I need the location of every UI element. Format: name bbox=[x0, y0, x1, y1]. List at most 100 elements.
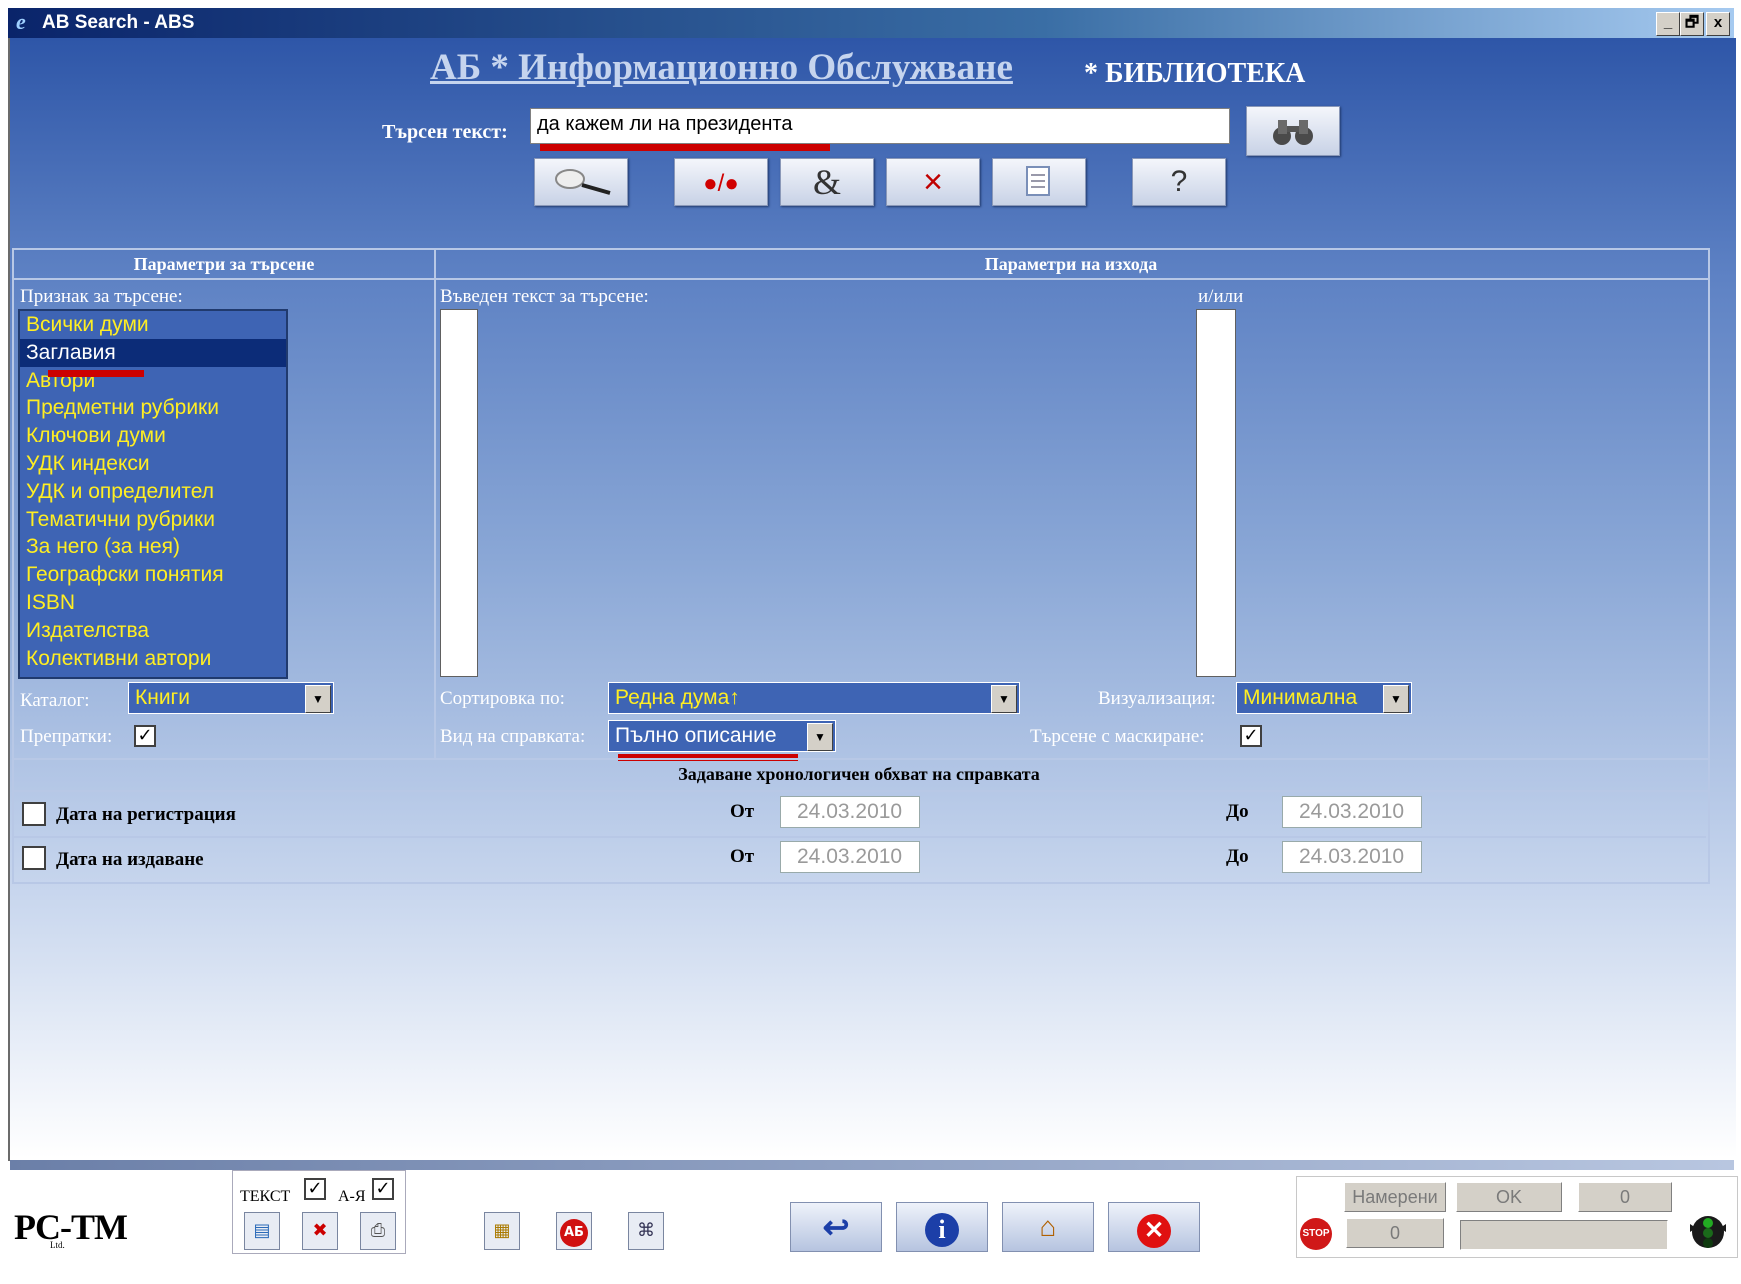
window-title: AB Search - ABS bbox=[42, 12, 195, 33]
pctm-logo-sub: Ltd. bbox=[50, 1240, 65, 1250]
network-button[interactable]: ⌘ bbox=[628, 1212, 664, 1250]
chevron-down-icon[interactable]: ▼ bbox=[1383, 685, 1409, 713]
close-window-button[interactable]: x bbox=[1706, 12, 1730, 36]
criteria-list-item[interactable]: Издателства bbox=[20, 617, 286, 645]
criteria-list[interactable]: Всички думи Заглавия Автори Предметни рубри… bbox=[18, 309, 288, 679]
progress-bar bbox=[1460, 1220, 1668, 1250]
chrono-header: Задаване хронологичен обхват на справкат… bbox=[678, 764, 1040, 784]
app-subtitle: * БИБЛИОТЕКА bbox=[1084, 58, 1306, 89]
reg-from-label: От bbox=[730, 801, 755, 822]
info-button[interactable]: i bbox=[896, 1202, 988, 1252]
criteria-list-item[interactable]: Тематични рубрики bbox=[20, 506, 286, 534]
notes-button[interactable]: ▦ bbox=[484, 1212, 520, 1250]
help-button[interactable]: ? bbox=[1132, 158, 1226, 206]
close-circle-icon: ✕ bbox=[1137, 1214, 1171, 1248]
refs-checkbox[interactable]: ✓ bbox=[134, 725, 156, 747]
question-icon: ? bbox=[1170, 165, 1188, 198]
pub-date-label: Дата на издаване bbox=[56, 849, 204, 870]
network-icon: ⌘ bbox=[637, 1220, 655, 1241]
reg-to-date[interactable]: 24.03.2010 bbox=[1282, 796, 1422, 828]
title-bar: e AB Search - ABS _ 🗗 x bbox=[8, 8, 1734, 38]
visualization-label: Визуализация: bbox=[1098, 688, 1216, 709]
criteria-list-item[interactable]: ISBN bbox=[20, 589, 286, 617]
delete-icon: ✖ bbox=[312, 1220, 328, 1241]
found-label: Намерени bbox=[1344, 1182, 1446, 1212]
search-params-header: Параметри за търсене bbox=[133, 254, 315, 274]
footer-divider bbox=[10, 1160, 1734, 1170]
back-button[interactable]: ↩ bbox=[790, 1202, 882, 1252]
az-checkbox[interactable]: ✓ bbox=[372, 1178, 394, 1200]
chevron-down-icon[interactable]: ▼ bbox=[991, 685, 1017, 713]
pub-from-date[interactable]: 24.03.2010 bbox=[780, 841, 920, 873]
entered-text-list[interactable] bbox=[440, 309, 478, 677]
text-checkbox[interactable]: ✓ bbox=[304, 1178, 326, 1200]
chevron-down-icon[interactable]: ▼ bbox=[305, 685, 331, 713]
and-or-label: и/или bbox=[1198, 286, 1244, 307]
print-button[interactable]: ⎙ bbox=[360, 1212, 396, 1250]
reg-to-label: До bbox=[1226, 801, 1249, 822]
chevron-down-icon[interactable]: ▼ bbox=[807, 723, 833, 751]
criteria-list-item[interactable]: Предметни рубрики bbox=[20, 394, 286, 422]
and-or-list[interactable] bbox=[1196, 309, 1236, 677]
and-or-icon: ●/● bbox=[703, 170, 739, 197]
highlight-underline bbox=[48, 370, 144, 377]
info-icon: i bbox=[925, 1213, 959, 1247]
pub-to-label: До bbox=[1226, 846, 1249, 867]
minimize-button[interactable]: _ bbox=[1656, 12, 1680, 36]
reg-from-date[interactable]: 24.03.2010 bbox=[780, 796, 920, 828]
restore-button[interactable]: 🗗 bbox=[1680, 12, 1704, 36]
document-icon bbox=[1026, 166, 1050, 196]
pub-to-date[interactable]: 24.03.2010 bbox=[1282, 841, 1422, 873]
search-input[interactable]: да кажем ли на президента bbox=[530, 108, 1230, 144]
highlight-underline bbox=[540, 144, 830, 151]
clear-button[interactable]: × bbox=[886, 158, 980, 206]
criteria-list-item[interactable]: УДК и определител bbox=[20, 478, 286, 506]
magnifier-button[interactable] bbox=[534, 158, 628, 206]
home-icon: ⌂ bbox=[1039, 1211, 1057, 1242]
catalog-label: Каталог: bbox=[20, 690, 90, 711]
exit-button[interactable]: ✕ bbox=[1108, 1202, 1200, 1252]
magnifier-icon bbox=[555, 169, 611, 195]
catalog-select[interactable]: Книги ▼ bbox=[128, 682, 334, 714]
binoculars-search-button[interactable] bbox=[1246, 106, 1340, 156]
criteria-list-item[interactable]: Ключови думи bbox=[20, 422, 286, 450]
criterion-label: Признак за търсене: bbox=[20, 286, 183, 307]
output-params-header: Параметри на изхода bbox=[984, 254, 1158, 274]
sort-value: Редна дума↑ bbox=[615, 686, 740, 709]
mask-checkbox[interactable]: ✓ bbox=[1240, 725, 1262, 747]
sort-select[interactable]: Редна дума↑ ▼ bbox=[608, 682, 1020, 714]
app-title: АБ * Информационно Обслужване bbox=[430, 47, 1013, 88]
mask-label: Търсене с маскиране: bbox=[1030, 726, 1205, 747]
text-label: ТЕКСТ bbox=[240, 1188, 291, 1205]
criteria-list-item[interactable]: Заглавия bbox=[20, 338, 286, 367]
criteria-list-item[interactable]: Колективни автори bbox=[20, 645, 286, 673]
reftype-value: Пълно описание bbox=[615, 724, 777, 747]
ab-badge: АБ bbox=[560, 1219, 588, 1247]
ie-icon: e bbox=[16, 9, 26, 34]
criteria-list-item[interactable]: Географски понятия bbox=[20, 561, 286, 589]
and-or-button[interactable]: ●/● bbox=[674, 158, 768, 206]
pub-from-label: От bbox=[730, 846, 755, 867]
delete-button[interactable]: ✖ bbox=[302, 1212, 338, 1250]
printer-icon: ⎙ bbox=[370, 1220, 386, 1241]
reg-date-checkbox[interactable] bbox=[22, 802, 46, 826]
visualization-select[interactable]: Минимална ▼ bbox=[1236, 682, 1412, 714]
ok-status: OK bbox=[1456, 1182, 1562, 1212]
search-label: Търсен текст: bbox=[382, 121, 508, 143]
row-divider bbox=[12, 836, 1706, 838]
criteria-list-item[interactable]: За него (за нея) bbox=[20, 533, 286, 561]
home-button[interactable]: ⌂ bbox=[1002, 1202, 1094, 1252]
ampersand-button[interactable]: & bbox=[780, 158, 874, 206]
criteria-list-item[interactable]: УДК индекси bbox=[20, 450, 286, 478]
save-button[interactable]: ▤ bbox=[244, 1212, 280, 1250]
az-label: А-Я bbox=[338, 1188, 366, 1205]
stop-icon[interactable]: STOP bbox=[1300, 1218, 1332, 1250]
document-button[interactable] bbox=[992, 158, 1086, 206]
refs-label: Препратки: bbox=[20, 726, 113, 747]
pub-date-checkbox[interactable] bbox=[22, 846, 46, 870]
reg-date-label: Дата на регистрация bbox=[56, 804, 236, 825]
cross-icon: × bbox=[923, 163, 943, 201]
criteria-list-item[interactable]: Всички думи bbox=[20, 311, 286, 339]
reftype-select[interactable]: Пълно описание ▼ bbox=[608, 720, 836, 752]
ab-button[interactable]: АБ bbox=[556, 1212, 592, 1250]
